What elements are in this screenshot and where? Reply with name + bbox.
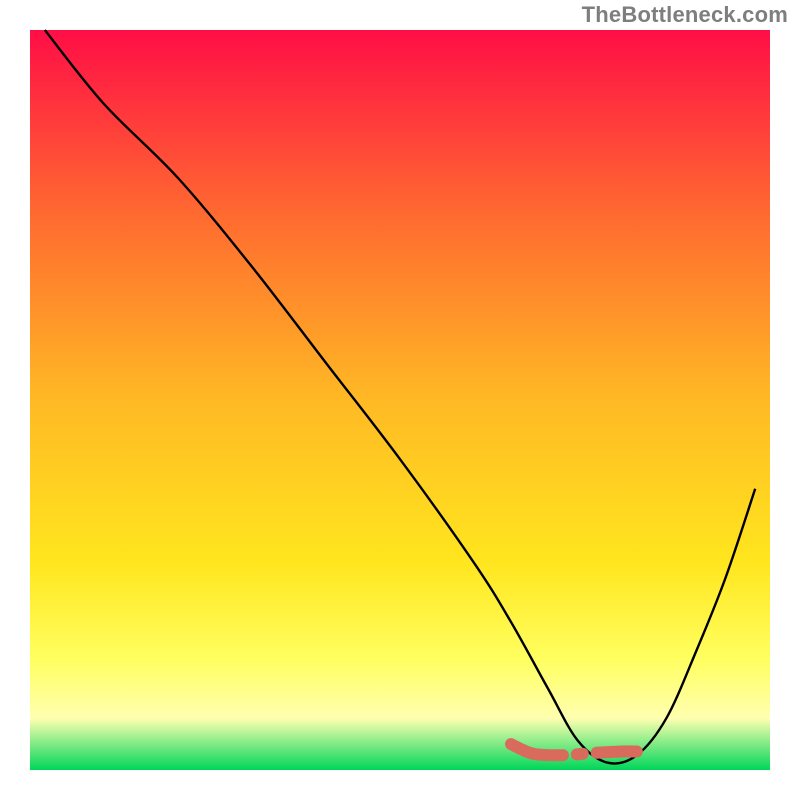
bottleneck-chart [0, 0, 800, 800]
